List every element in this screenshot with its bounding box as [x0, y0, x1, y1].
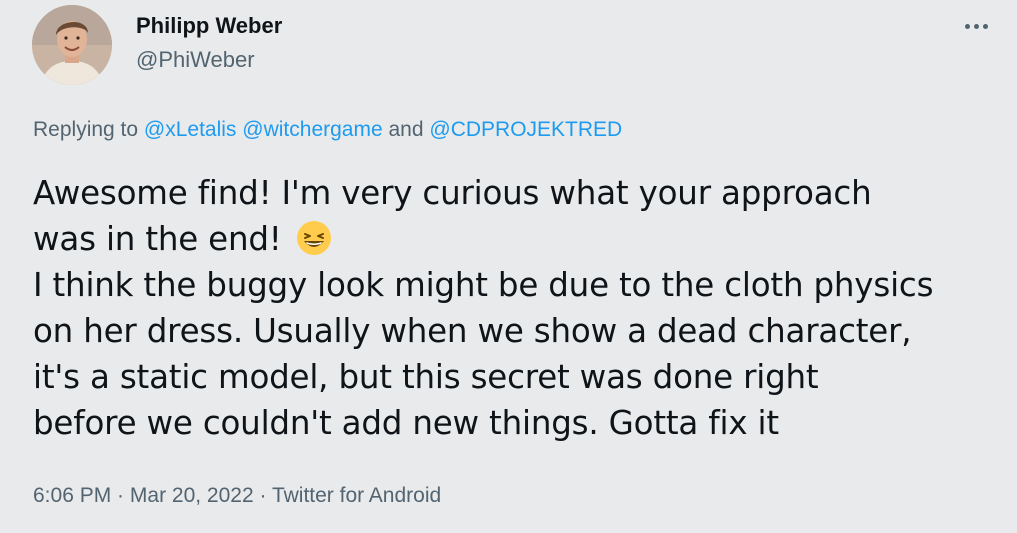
tweet-text-segment: was in the end! — [33, 220, 292, 258]
more-options-icon[interactable] — [958, 14, 994, 38]
author-handle[interactable]: @PhiWeber — [136, 47, 255, 73]
grinning-squinting-face-emoji-icon — [296, 220, 332, 256]
tweet-text-line: before we couldn't add new things. Gotta… — [33, 404, 779, 442]
tweet-date[interactable]: Mar 20, 2022 — [130, 484, 254, 507]
tweet-text-line: it's a static model, but this secret was… — [33, 358, 819, 396]
tweet-text-line: Awesome find! I'm very curious what your… — [33, 174, 872, 212]
avatar[interactable] — [32, 5, 112, 85]
more-dot — [964, 23, 970, 29]
mention-link[interactable]: @xLetalis — [144, 118, 237, 141]
tweet-body: Awesome find! I'm very curious what your… — [33, 170, 1008, 446]
author-display-name[interactable]: Philipp Weber — [136, 13, 282, 39]
more-dot — [982, 23, 988, 29]
tweet-time[interactable]: 6:06 PM — [33, 484, 111, 507]
mention-link[interactable]: @witchergame — [242, 118, 382, 141]
replying-to-label: Replying to — [33, 118, 144, 141]
mention-link[interactable]: @CDPROJEKTRED — [429, 118, 622, 141]
more-dot — [973, 23, 979, 29]
replying-to-joiner: and — [382, 118, 430, 141]
meta-separator: · — [111, 484, 130, 507]
tweet-text-line: I think the buggy look might be due to t… — [33, 266, 934, 304]
meta-separator: · — [253, 484, 272, 507]
replying-to-line: Replying to @xLetalis @witchergame and @… — [33, 118, 622, 142]
tweet-metadata: 6:06 PM · Mar 20, 2022 · Twitter for And… — [33, 484, 441, 508]
tweet-card[interactable]: Philipp Weber @PhiWeber Replying to @xLe… — [0, 0, 1017, 533]
tweet-text-line: on her dress. Usually when we show a dea… — [33, 312, 912, 350]
tweet-source[interactable]: Twitter for Android — [272, 484, 441, 507]
tweet-text-line-with-emoji: was in the end! — [33, 216, 1008, 262]
